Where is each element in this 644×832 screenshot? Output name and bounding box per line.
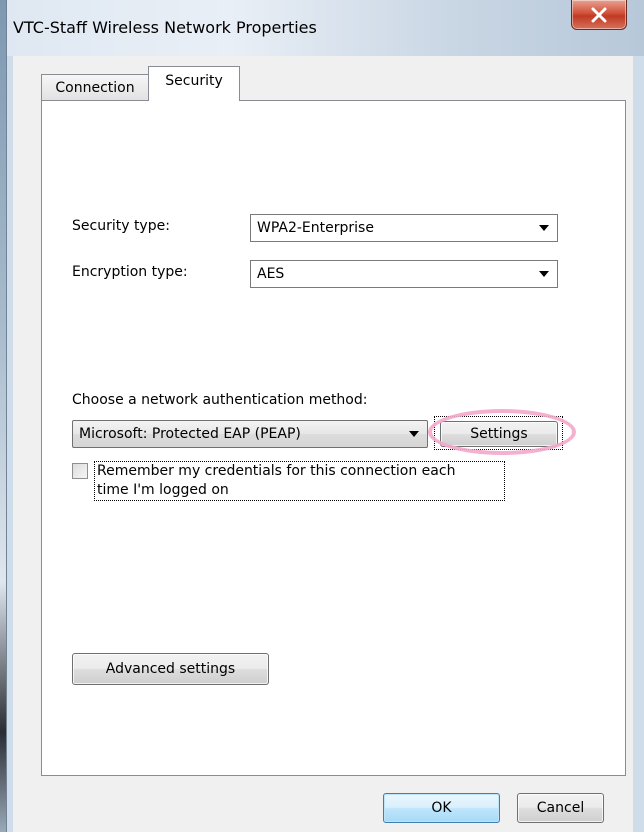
- chevron-down-icon: [539, 225, 549, 231]
- window-title: VTC-Staff Wireless Network Properties: [13, 18, 317, 37]
- remember-credentials-line1[interactable]: Remember my credentials for this connect…: [97, 463, 455, 479]
- dialog-client-area: Connection Security Security type: WPA2-…: [13, 56, 633, 832]
- tab-security-label: Security: [165, 73, 223, 89]
- auth-method-label: Choose a network authentication method:: [72, 392, 368, 408]
- encryption-type-label: Encryption type:: [72, 264, 188, 280]
- chevron-down-icon: [409, 431, 419, 437]
- ok-button-label: OK: [431, 800, 452, 816]
- ok-button[interactable]: OK: [383, 793, 500, 823]
- encryption-type-value: AES: [257, 266, 285, 282]
- advanced-settings-button[interactable]: Advanced settings: [72, 653, 269, 685]
- chevron-down-icon: [539, 271, 549, 277]
- encryption-type-dropdown[interactable]: AES: [250, 260, 558, 288]
- remember-credentials-line2[interactable]: time I'm logged on: [97, 482, 229, 498]
- tab-connection[interactable]: Connection: [41, 74, 149, 100]
- security-type-value: WPA2-Enterprise: [257, 220, 374, 236]
- security-tab-panel: Security type: WPA2-Enterprise Encryptio…: [41, 100, 626, 776]
- auth-method-value: Microsoft: Protected EAP (PEAP): [79, 426, 301, 442]
- highlight-ring: [428, 409, 576, 455]
- advanced-settings-label: Advanced settings: [105, 661, 236, 677]
- auth-method-dropdown[interactable]: Microsoft: Protected EAP (PEAP): [72, 420, 428, 448]
- security-type-dropdown[interactable]: WPA2-Enterprise: [250, 214, 558, 242]
- tab-connection-label: Connection: [55, 79, 135, 96]
- cancel-button-label: Cancel: [536, 800, 585, 816]
- tab-security[interactable]: Security: [148, 66, 240, 101]
- title-bar[interactable]: VTC-Staff Wireless Network Properties: [7, 0, 644, 56]
- security-type-label: Security type:: [72, 218, 170, 234]
- cancel-button[interactable]: Cancel: [517, 793, 604, 823]
- close-icon: [591, 7, 607, 22]
- remember-credentials-checkbox[interactable]: [72, 463, 88, 479]
- properties-window: VTC-Staff Wireless Network Properties Co…: [6, 0, 644, 832]
- close-button[interactable]: [571, 0, 627, 30]
